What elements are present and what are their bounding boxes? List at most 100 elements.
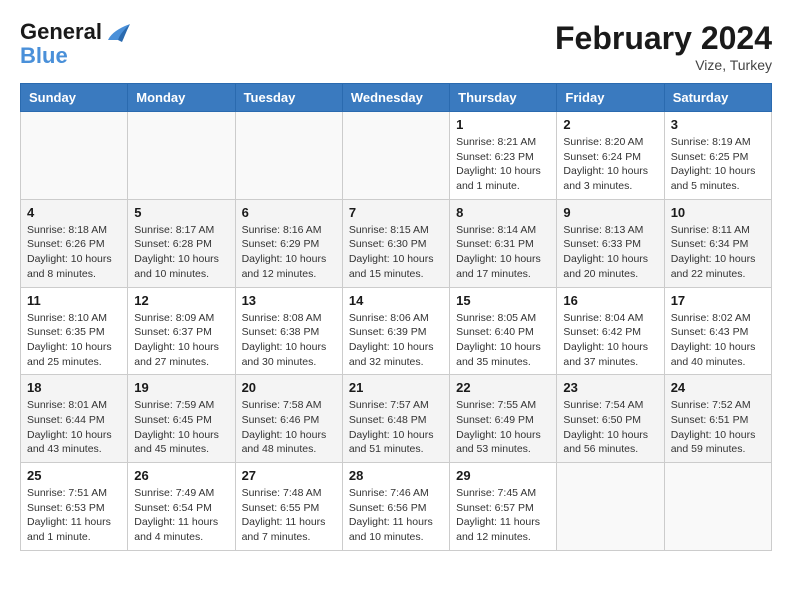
day-number: 13 [242,293,336,308]
day-number: 6 [242,205,336,220]
logo-text: General [20,20,130,44]
calendar-cell: 24 Sunrise: 7:52 AM Sunset: 6:51 PM Dayli… [664,375,771,463]
calendar: SundayMondayTuesdayWednesdayThursdayFrid… [20,83,772,551]
calendar-cell: 11 Sunrise: 8:10 AM Sunset: 6:35 PM Dayli… [21,287,128,375]
calendar-cell: 2Sunrise: 8:20 AM Sunset: 6:24 PM Daylig… [557,112,664,200]
calendar-cell: 6 Sunrise: 8:16 AM Sunset: 6:29 PM Daylig… [235,199,342,287]
day-info: Sunrise: 8:05 AM Sunset: 6:40 PM Dayligh… [456,311,550,370]
calendar-cell: 13 Sunrise: 8:08 AM Sunset: 6:38 PM Dayli… [235,287,342,375]
subtitle: Vize, Turkey [555,57,772,73]
day-number: 17 [671,293,765,308]
day-info: Sunrise: 8:11 AM Sunset: 6:34 PM Dayligh… [671,223,765,282]
day-info: Sunrise: 7:49 AM Sunset: 6:54 PM Dayligh… [134,486,228,545]
day-number: 7 [349,205,443,220]
weekday-header-saturday: Saturday [664,84,771,112]
day-number: 20 [242,380,336,395]
calendar-cell: 14Sunrise: 8:06 AM Sunset: 6:39 PM Dayli… [342,287,449,375]
calendar-cell: 20 Sunrise: 7:58 AM Sunset: 6:46 PM Dayli… [235,375,342,463]
calendar-cell [342,112,449,200]
day-info: Sunrise: 7:58 AM Sunset: 6:46 PM Dayligh… [242,398,336,457]
day-number: 24 [671,380,765,395]
day-info: Sunrise: 7:48 AM Sunset: 6:55 PM Dayligh… [242,486,336,545]
day-number: 19 [134,380,228,395]
day-info: Sunrise: 8:09 AM Sunset: 6:37 PM Dayligh… [134,311,228,370]
page-header: General Blue February 2024 Vize, Turkey [20,20,772,73]
weekday-header-monday: Monday [128,84,235,112]
weekday-header-thursday: Thursday [450,84,557,112]
day-info: Sunrise: 8:18 AM Sunset: 6:26 PM Dayligh… [27,223,121,282]
day-info: Sunrise: 8:02 AM Sunset: 6:43 PM Dayligh… [671,311,765,370]
title-area: February 2024 Vize, Turkey [555,20,772,73]
calendar-cell: 21 Sunrise: 7:57 AM Sunset: 6:48 PM Dayli… [342,375,449,463]
day-info: Sunrise: 8:16 AM Sunset: 6:29 PM Dayligh… [242,223,336,282]
calendar-cell: 22 Sunrise: 7:55 AM Sunset: 6:49 PM Dayli… [450,375,557,463]
day-number: 23 [563,380,657,395]
calendar-cell [21,112,128,200]
weekday-header-row: SundayMondayTuesdayWednesdayThursdayFrid… [21,84,772,112]
calendar-cell: 27 Sunrise: 7:48 AM Sunset: 6:55 PM Dayli… [235,463,342,551]
bird-icon [104,22,130,44]
day-number: 26 [134,468,228,483]
day-number: 27 [242,468,336,483]
day-info: Sunrise: 7:55 AM Sunset: 6:49 PM Dayligh… [456,398,550,457]
day-number: 3 [671,117,765,132]
day-info: Sunrise: 7:51 AM Sunset: 6:53 PM Dayligh… [27,486,121,545]
calendar-cell: 28 Sunrise: 7:46 AM Sunset: 6:56 PM Dayli… [342,463,449,551]
day-number: 1 [456,117,550,132]
calendar-cell [664,463,771,551]
calendar-cell: 25 Sunrise: 7:51 AM Sunset: 6:53 PM Dayli… [21,463,128,551]
calendar-cell: 8 Sunrise: 8:14 AM Sunset: 6:31 PM Daylig… [450,199,557,287]
calendar-cell [128,112,235,200]
day-number: 11 [27,293,121,308]
day-info: Sunrise: 8:10 AM Sunset: 6:35 PM Dayligh… [27,311,121,370]
calendar-cell: 19 Sunrise: 7:59 AM Sunset: 6:45 PM Dayli… [128,375,235,463]
weekday-header-friday: Friday [557,84,664,112]
calendar-week-row: 1 Sunrise: 8:21 AM Sunset: 6:23 PM Daylig… [21,112,772,200]
day-number: 29 [456,468,550,483]
day-info: Sunrise: 7:59 AM Sunset: 6:45 PM Dayligh… [134,398,228,457]
day-number: 9 [563,205,657,220]
weekday-header-wednesday: Wednesday [342,84,449,112]
day-number: 18 [27,380,121,395]
calendar-cell: 3 Sunrise: 8:19 AM Sunset: 6:25 PM Daylig… [664,112,771,200]
day-info: Sunrise: 8:14 AM Sunset: 6:31 PM Dayligh… [456,223,550,282]
day-number: 16 [563,293,657,308]
day-number: 8 [456,205,550,220]
day-info: Sunrise: 8:17 AM Sunset: 6:28 PM Dayligh… [134,223,228,282]
day-info: Sunrise: 8:19 AM Sunset: 6:25 PM Dayligh… [671,135,765,194]
day-number: 15 [456,293,550,308]
calendar-cell: 29 Sunrise: 7:45 AM Sunset: 6:57 PM Dayli… [450,463,557,551]
day-number: 21 [349,380,443,395]
day-info: Sunrise: 7:52 AM Sunset: 6:51 PM Dayligh… [671,398,765,457]
main-title: February 2024 [555,20,772,57]
day-number: 14 [349,293,443,308]
day-info: Sunrise: 7:45 AM Sunset: 6:57 PM Dayligh… [456,486,550,545]
calendar-cell [235,112,342,200]
day-info: Sunrise: 8:08 AM Sunset: 6:38 PM Dayligh… [242,311,336,370]
day-number: 25 [27,468,121,483]
calendar-cell: 5 Sunrise: 8:17 AM Sunset: 6:28 PM Daylig… [128,199,235,287]
day-info: Sunrise: 7:54 AM Sunset: 6:50 PM Dayligh… [563,398,657,457]
day-info: Sunrise: 7:46 AM Sunset: 6:56 PM Dayligh… [349,486,443,545]
calendar-cell: 1 Sunrise: 8:21 AM Sunset: 6:23 PM Daylig… [450,112,557,200]
day-info: Sunrise: 8:01 AM Sunset: 6:44 PM Dayligh… [27,398,121,457]
day-number: 10 [671,205,765,220]
logo-blue: Blue [20,44,130,68]
day-info: Sunrise: 8:13 AM Sunset: 6:33 PM Dayligh… [563,223,657,282]
day-info: Sunrise: 7:57 AM Sunset: 6:48 PM Dayligh… [349,398,443,457]
day-info: Sunrise: 8:04 AM Sunset: 6:42 PM Dayligh… [563,311,657,370]
weekday-header-tuesday: Tuesday [235,84,342,112]
day-number: 22 [456,380,550,395]
day-info: Sunrise: 8:15 AM Sunset: 6:30 PM Dayligh… [349,223,443,282]
calendar-cell [557,463,664,551]
day-number: 2 [563,117,657,132]
day-number: 5 [134,205,228,220]
weekday-header-sunday: Sunday [21,84,128,112]
calendar-cell: 23 Sunrise: 7:54 AM Sunset: 6:50 PM Dayli… [557,375,664,463]
day-number: 28 [349,468,443,483]
day-number: 12 [134,293,228,308]
calendar-cell: 17 Sunrise: 8:02 AM Sunset: 6:43 PM Dayli… [664,287,771,375]
calendar-week-row: 4Sunrise: 8:18 AM Sunset: 6:26 PM Daylig… [21,199,772,287]
calendar-week-row: 11 Sunrise: 8:10 AM Sunset: 6:35 PM Dayli… [21,287,772,375]
day-info: Sunrise: 8:21 AM Sunset: 6:23 PM Dayligh… [456,135,550,194]
